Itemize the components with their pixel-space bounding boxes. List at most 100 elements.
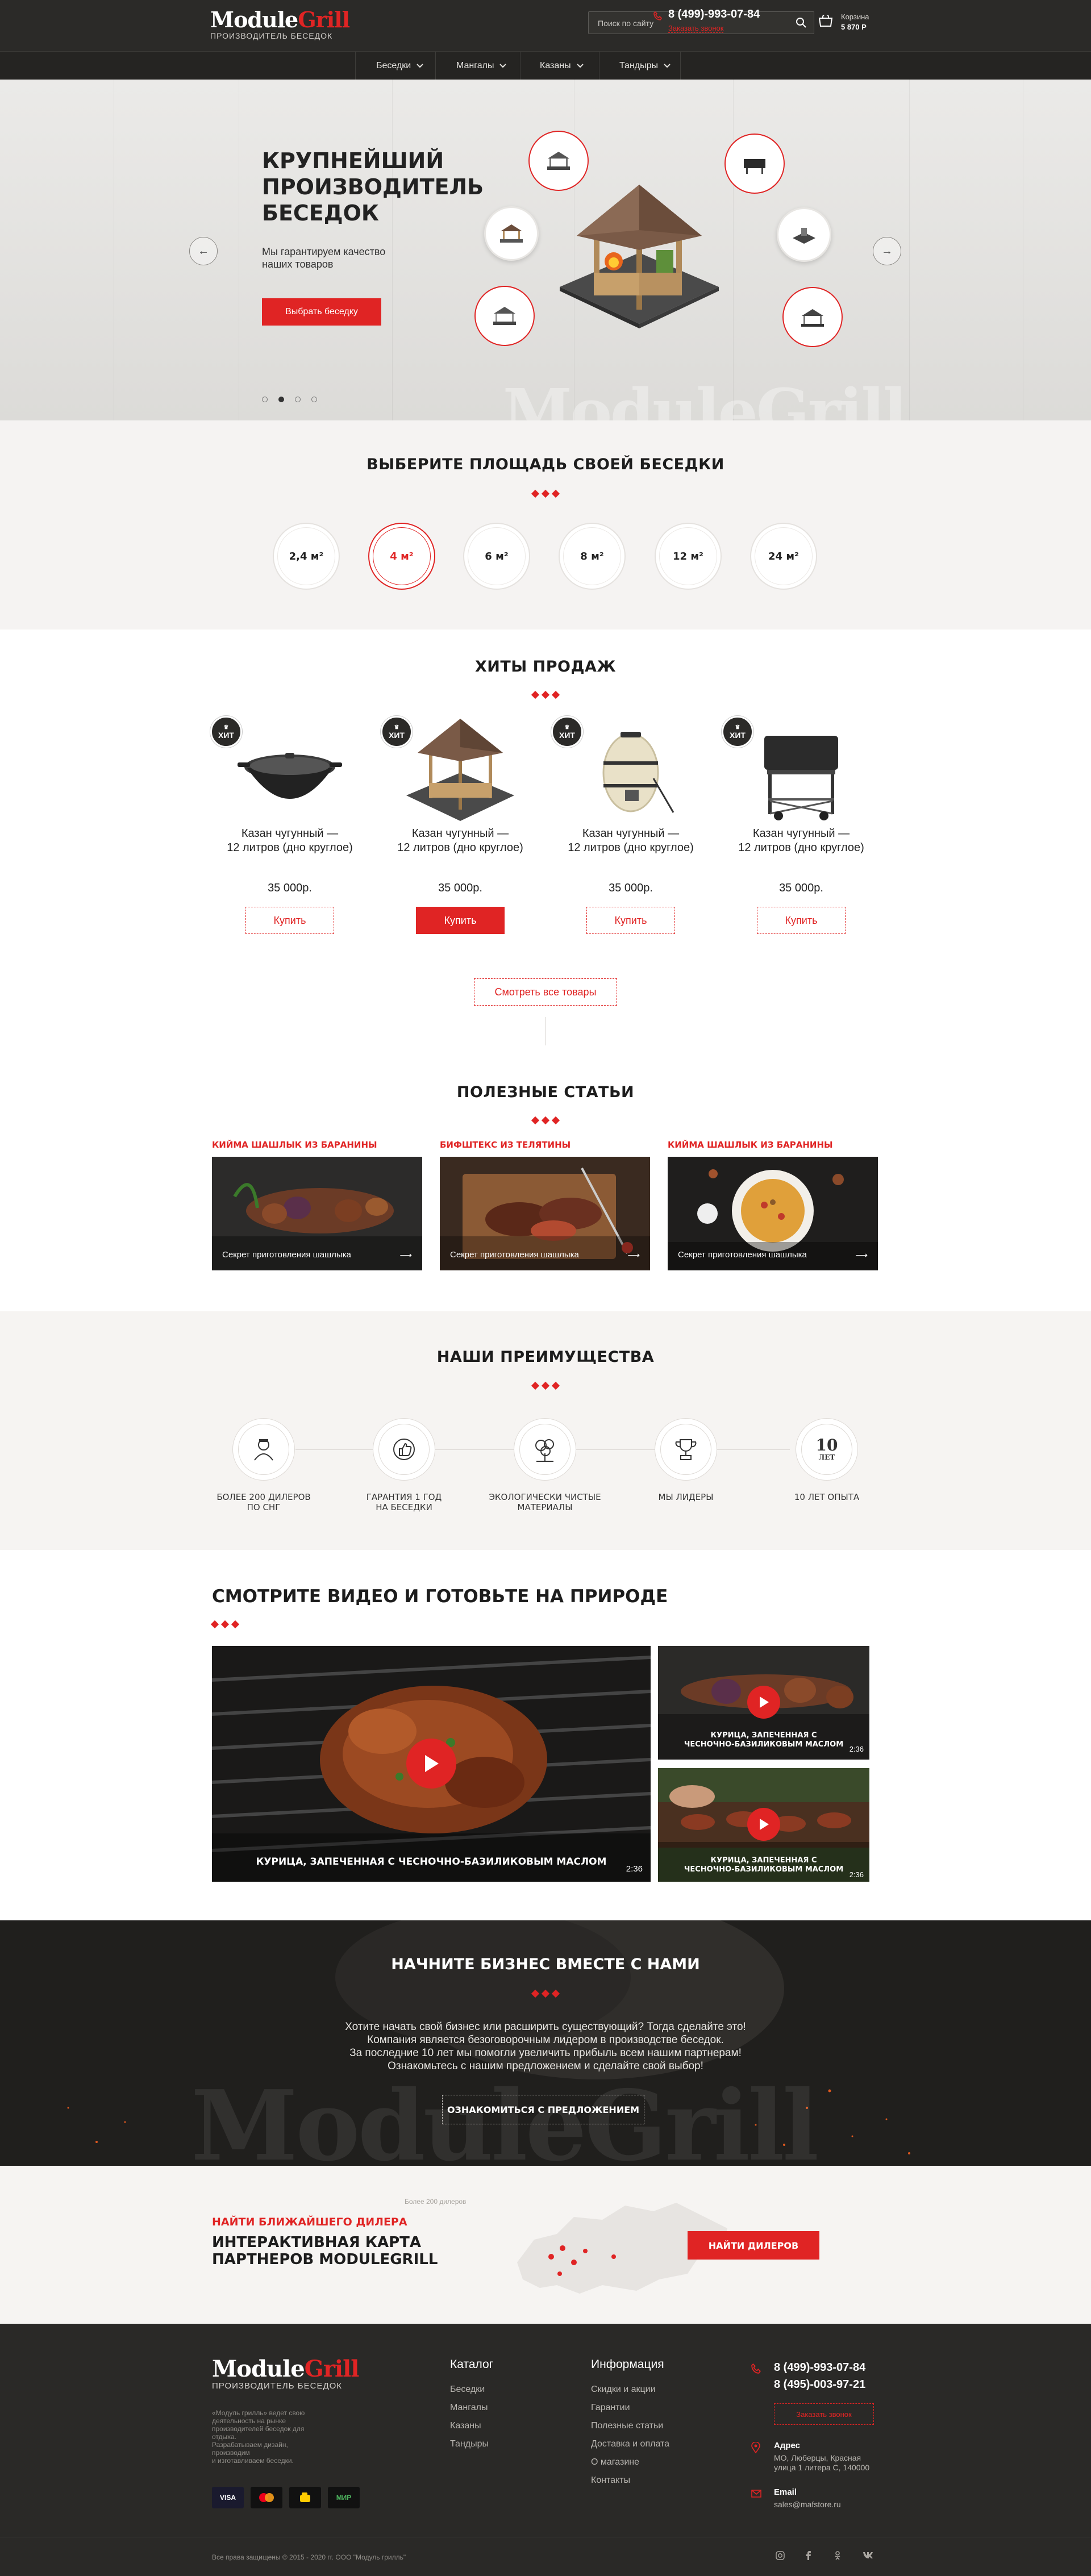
play-button[interactable] (747, 1808, 780, 1841)
play-button[interactable] (747, 1686, 780, 1719)
footer-link[interactable]: Скидки и акции (591, 2381, 669, 2399)
advantage-line: БОЛЕЕ 200 ДИЛЕРОВ (216, 1492, 311, 1502)
gazebo-thumb-2[interactable] (727, 136, 782, 191)
nav-item-mangaly[interactable]: Мангалы (456, 52, 507, 80)
area-option-24[interactable]: 24 м² (750, 523, 817, 590)
gazebo-thumb-3[interactable] (484, 206, 539, 261)
article-caption-text: Секрет приготовления шашлыка (450, 1250, 579, 1260)
buy-button[interactable]: Купить (586, 907, 675, 934)
side-video[interactable]: КУРИЦА, ЗАПЕЧЕННАЯ С ЧЕСНОЧНО-БАЗИЛИКОВЫМ… (658, 1768, 869, 1882)
choose-gazebo-button[interactable]: Выбрать беседку (262, 298, 381, 326)
callback-link[interactable]: Заказать звонок (668, 24, 724, 33)
product-name[interactable]: Казан чугунный —12 литров (дно круглое) (733, 827, 869, 855)
area-option-8[interactable]: 8 м² (559, 523, 626, 590)
logo-main: Module (212, 2356, 305, 2382)
nav-item-kazany[interactable]: Казаны (540, 52, 584, 80)
gazebo-thumb-5[interactable] (477, 289, 532, 343)
cart-total[interactable]: 5 870 Р (841, 23, 867, 31)
hero-slider: ModuleGrill ← → КРУПНЕЙШИЙ ПРОИЗВОДИТЕЛЬ… (0, 80, 1091, 420)
chevron-down-icon (576, 64, 584, 68)
article-category[interactable]: КИЙМА ШАШЛЫК ИЗ БАРАНИНЫ (668, 1140, 833, 1150)
address-text: МО, Люберцы, Красная улица 1 литера С, 1… (774, 2453, 869, 2473)
advantage-label: ЭКОЛОГИЧЕСКИ ЧИСТЫЕ МАТЕРИАЛЫ (488, 1492, 602, 1512)
hit-label: ХИТ (559, 730, 575, 740)
footer-link[interactable]: Гарантии (591, 2399, 669, 2417)
arrow-right-icon: ⟶ (855, 1251, 868, 1260)
vk-icon[interactable] (863, 2552, 874, 2558)
footer-link[interactable]: Мангалы (450, 2399, 489, 2417)
main-nav: Беседки Мангалы Казаны Тандыры (0, 51, 1091, 80)
footer-link[interactable]: Контакты (591, 2471, 669, 2490)
footer-about-line: «Модуль грилль» ведет свою (212, 2409, 305, 2417)
odnoklassniki-icon[interactable] (834, 2551, 841, 2560)
video-duration: 2:36 (626, 1864, 643, 1874)
buy-button[interactable]: Купить (245, 907, 334, 934)
main-video[interactable]: КУРИЦА, ЗАПЕЧЕННАЯ С ЧЕСНОЧНО-БАЗИЛИКОВЫ… (212, 1646, 651, 1882)
area-option-4[interactable]: 4 м² (368, 523, 435, 590)
product-image[interactable] (574, 716, 688, 824)
footer-phone-1[interactable]: 8 (499)-993-07-84 (774, 2361, 865, 2374)
nav-label: Мангалы (456, 61, 494, 70)
area-option-12[interactable]: 12 м² (655, 523, 722, 590)
product-name[interactable]: Казан чугунный —12 литров (дно круглое) (222, 827, 358, 855)
buy-button[interactable]: Купить (416, 907, 505, 934)
slider-dot-1[interactable] (262, 397, 268, 402)
instagram-icon[interactable] (776, 2551, 785, 2560)
side-video[interactable]: КУРИЦА, ЗАПЕЧЕННАЯ С ЧЕСНОЧНО-БАЗИЛИКОВЫМ… (658, 1646, 869, 1760)
footer-phone-2[interactable]: 8 (495)-003-97-21 (774, 2378, 865, 2391)
nav-item-tandyry[interactable]: Тандыры (619, 52, 671, 80)
footer-logo[interactable]: ModuleGrill ПРОИЗВОДИТЕЛЬ БЕСЕДОК (212, 2356, 359, 2391)
footer-link[interactable]: Полезные статьи (591, 2417, 669, 2435)
offer-button[interactable]: ОЗНАКОМИТЬСЯ С ПРЕДЛОЖЕНИЕМ (442, 2095, 644, 2124)
cart-icon[interactable] (818, 15, 833, 28)
slider-dot-3[interactable] (295, 397, 301, 402)
article-category[interactable]: БИФШТЕКС ИЗ ТЕЛЯТИНЫ (440, 1140, 571, 1150)
footer-link[interactable]: О магазине (591, 2453, 669, 2471)
footer-callback-button[interactable]: Заказать звонок (774, 2403, 874, 2425)
hero-title-line: БЕСЕДОК (262, 201, 379, 226)
slider-dot-2[interactable] (278, 397, 284, 402)
crown-icon: ♛ (735, 724, 740, 731)
article-card[interactable]: Секрет приготовления шашлыка ⟶ (212, 1157, 422, 1270)
article-caption-text: Секрет приготовления шашлыка (222, 1250, 351, 1260)
slider-prev-button[interactable]: ← (189, 237, 218, 265)
article-category[interactable]: КИЙМА ШАШЛЫК ИЗ БАРАНИНЫ (212, 1140, 377, 1150)
product-name[interactable]: Казан чугунный —12 литров (дно круглое) (392, 827, 528, 855)
email-link[interactable]: sales@mafstore.ru (774, 2500, 841, 2509)
years-number: 10 (815, 1436, 838, 1454)
slider-next-button[interactable]: → (873, 237, 901, 265)
find-dealers-button[interactable]: НАЙТИ ДИЛЕРОВ (688, 2231, 819, 2260)
search-icon[interactable] (796, 17, 807, 28)
product-price: 35 000р. (779, 882, 823, 894)
play-button[interactable] (406, 1739, 456, 1789)
area-option-2-4[interactable]: 2,4 м² (273, 523, 340, 590)
nav-item-besedki[interactable]: Беседки (376, 52, 423, 80)
footer-link[interactable]: Доставка и оплата (591, 2435, 669, 2453)
gazebo-thumb-6[interactable] (785, 290, 840, 344)
advantage-line: МЫ ЛИДЕРЫ (658, 1492, 714, 1502)
article-card[interactable]: Секрет приготовления шашлыка ⟶ (440, 1157, 650, 1270)
arrow-right-icon: → (881, 244, 893, 257)
footer-link[interactable]: Беседки (450, 2381, 489, 2399)
gazebo-thumb-4[interactable] (777, 207, 831, 262)
footer-link[interactable]: Тандыры (450, 2435, 489, 2453)
footer-link[interactable]: Казаны (450, 2417, 489, 2435)
gazebo-thumb-1[interactable] (531, 134, 586, 188)
article-card[interactable]: Секрет приготовления шашлыка ⟶ (668, 1157, 878, 1270)
advantage-line: ПО СНГ (247, 1502, 281, 1512)
product-image[interactable] (233, 722, 347, 818)
facebook-icon[interactable] (806, 2551, 811, 2560)
video-duration: 2:36 (849, 1745, 864, 1753)
product-name[interactable]: Казан чугунный —12 литров (дно круглое) (563, 827, 699, 855)
slider-dot-4[interactable] (311, 397, 317, 402)
product-image[interactable] (403, 716, 517, 824)
crown-icon: ♛ (394, 724, 399, 731)
area-option-6[interactable]: 6 м² (463, 523, 530, 590)
logo[interactable]: ModuleGrill ПРОИЗВОДИТЕЛЬ БЕСЕДОК (210, 7, 350, 40)
view-all-products-button[interactable]: Смотреть все товары (474, 978, 617, 1006)
buy-button[interactable]: Купить (757, 907, 846, 934)
title-diamonds (0, 690, 1091, 699)
cart-label[interactable]: Корзина (841, 12, 869, 21)
product-image[interactable] (744, 716, 858, 824)
header-phone[interactable]: 8 (499)-993-07-84 (668, 8, 760, 21)
